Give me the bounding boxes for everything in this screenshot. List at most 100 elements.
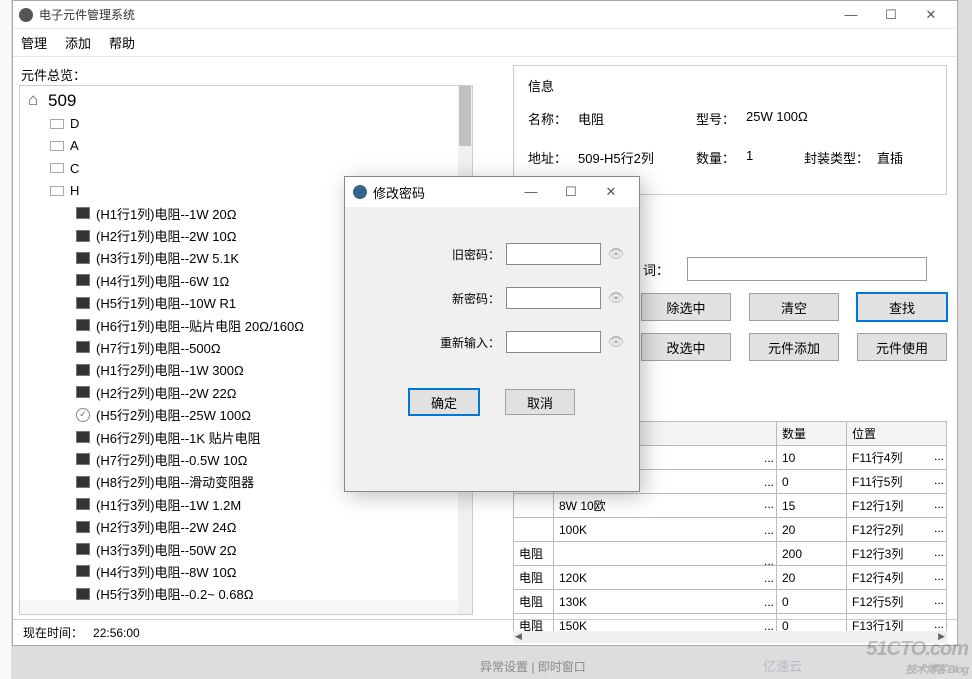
table-cell: 20 xyxy=(777,518,847,542)
remove-selected-button[interactable]: 除选中 xyxy=(641,293,731,321)
eye-icon[interactable] xyxy=(607,291,625,305)
dialog-minimize-button[interactable]: — xyxy=(511,180,551,204)
table-row[interactable]: 100K20F12行2列 xyxy=(514,518,947,542)
name-value: 电阻 xyxy=(578,109,658,128)
find-button[interactable]: 查找 xyxy=(857,293,947,321)
tree-folder-label: A xyxy=(70,138,79,153)
dialog-maximize-button[interactable]: ☐ xyxy=(551,180,591,204)
cancel-button[interactable]: 取消 xyxy=(505,389,575,415)
new-password-label: 新密码： xyxy=(452,290,500,307)
chip-icon xyxy=(76,565,90,577)
scrollbar-thumb[interactable] xyxy=(459,86,471,146)
title-bar: 电子元件管理系统 — ☐ ✕ xyxy=(13,1,957,29)
tree-item-label: (H1行2列)电阻--1W 300Ω xyxy=(96,360,244,379)
table-cell xyxy=(514,518,554,542)
chip-icon xyxy=(76,274,90,286)
watermark-51cto: 51CTO.com技术博客 Blog xyxy=(866,638,968,677)
tree-item-label: (H5行2列)电阻--25W 100Ω xyxy=(96,405,251,424)
bg-text-fragment: 异常设置 | 即时窗口 xyxy=(480,658,586,675)
dialog-title: 修改密码 xyxy=(373,183,511,202)
eye-icon[interactable] xyxy=(607,335,625,349)
table-row[interactable]: 电阻200F12行3列 xyxy=(514,542,947,566)
table-cell: 0 xyxy=(777,470,847,494)
name-label: 名称： xyxy=(528,109,570,128)
new-password-input[interactable] xyxy=(506,287,601,309)
tree-item-label: (H6行1列)电阻--贴片电阻 20Ω/160Ω xyxy=(96,316,304,335)
tree-item-label: (H2行3列)电阻--2W 24Ω xyxy=(96,517,236,536)
status-time-label: 现在时间： xyxy=(23,624,83,641)
table-cell: 10 xyxy=(777,446,847,470)
menu-bar: 管理 添加 帮助 xyxy=(13,29,957,57)
th-qty[interactable]: 数量 xyxy=(777,422,847,446)
menu-manage[interactable]: 管理 xyxy=(21,33,47,52)
menu-add[interactable]: 添加 xyxy=(65,33,91,52)
chip-icon xyxy=(76,319,90,331)
tree-scrollbar-h[interactable] xyxy=(20,600,458,614)
table-row[interactable]: 电阻120K20F12行4列 xyxy=(514,566,947,590)
table-cell: F12行5列 xyxy=(847,590,947,614)
table-cell: F12行3列 xyxy=(847,542,947,566)
eye-icon[interactable] xyxy=(607,247,625,261)
clear-button[interactable]: 清空 xyxy=(749,293,839,321)
tree-item[interactable]: (H2行3列)电阻--2W 24Ω xyxy=(24,515,472,537)
close-button[interactable]: ✕ xyxy=(911,3,951,27)
chip-icon xyxy=(76,431,90,443)
chip-icon xyxy=(76,297,90,309)
menu-help[interactable]: 帮助 xyxy=(109,33,135,52)
chip-icon xyxy=(76,476,90,488)
old-password-label: 旧密码： xyxy=(452,246,500,263)
folder-icon xyxy=(50,186,64,196)
tree-item-label: (H5行1列)电阻--10W R1 xyxy=(96,293,236,312)
status-time-value: 22:56:00 xyxy=(93,626,140,640)
tree-item-label: (H2行1列)电阻--2W 10Ω xyxy=(96,226,236,245)
tree-item[interactable]: (H1行3列)电阻--1W 1.2M xyxy=(24,493,472,515)
tree-item-label: (H1行1列)电阻--1W 20Ω xyxy=(96,204,236,223)
tree-item-label: (H7行1列)电阻--500Ω xyxy=(96,338,221,357)
table-cell: 8W 10欧 xyxy=(554,494,777,518)
table-cell: F12行2列 xyxy=(847,518,947,542)
add-component-button[interactable]: 元件添加 xyxy=(749,333,839,361)
minimize-button[interactable]: — xyxy=(831,3,871,27)
table-cell: 电阻 xyxy=(514,566,554,590)
status-bar: 现在时间： 22:56:00 xyxy=(13,619,957,645)
tree-root[interactable]: 509 xyxy=(24,90,472,112)
tree-item-label: (H1行3列)电阻--1W 1.2M xyxy=(96,495,241,514)
tree-item-label: (H8行2列)电阻--滑动变阻器 xyxy=(96,472,254,491)
maximize-button[interactable]: ☐ xyxy=(871,3,911,27)
tree-item[interactable]: (H3行3列)电阻--50W 2Ω xyxy=(24,538,472,560)
chip-icon xyxy=(76,364,90,376)
table-row[interactable]: 电阻130K0F12行5列 xyxy=(514,590,947,614)
tree-item[interactable]: (H4行3列)电阻--8W 10Ω xyxy=(24,560,472,582)
addr-label: 地址： xyxy=(528,148,570,167)
watermark-yisu: 亿速云 xyxy=(763,656,802,675)
chip-icon xyxy=(76,543,90,555)
modify-selected-button[interactable]: 改选中 xyxy=(641,333,731,361)
keyword-input[interactable] xyxy=(687,257,927,281)
table-row[interactable]: 8W 10欧15F12行1列 xyxy=(514,494,947,518)
tree-folder[interactable]: D xyxy=(24,112,472,134)
tree-folder-label: C xyxy=(70,161,79,176)
confirm-password-input[interactable] xyxy=(506,331,601,353)
use-component-button[interactable]: 元件使用 xyxy=(857,333,947,361)
check-icon xyxy=(76,408,90,422)
pkg-label: 封装类型： xyxy=(804,148,869,167)
tree-item-label: (H3行3列)电阻--50W 2Ω xyxy=(96,540,236,559)
addr-value: 509-H5行2列 xyxy=(578,148,658,167)
chip-icon xyxy=(76,521,90,533)
table-cell: 20 xyxy=(777,566,847,590)
table-cell: 0 xyxy=(777,590,847,614)
tree-folder[interactable]: A xyxy=(24,135,472,157)
table-cell: 120K xyxy=(554,566,777,590)
dialog-close-button[interactable]: ✕ xyxy=(591,180,631,204)
tree-item-label: (H2行2列)电阻--2W 22Ω xyxy=(96,383,236,402)
model-label: 型号： xyxy=(696,109,738,128)
th-pos[interactable]: 位置 xyxy=(847,422,947,446)
table-cell: F11行5列 xyxy=(847,470,947,494)
dialog-title-bar: 修改密码 — ☐ ✕ xyxy=(345,177,639,207)
ok-button[interactable]: 确定 xyxy=(409,389,479,415)
old-password-input[interactable] xyxy=(506,243,601,265)
tree-item-label: (H4行1列)电阻--6W 1Ω xyxy=(96,271,229,290)
table-cell: 200 xyxy=(777,542,847,566)
table-cell: F12行1列 xyxy=(847,494,947,518)
tree-item-label: (H7行2列)电阻--0.5W 10Ω xyxy=(96,450,247,469)
